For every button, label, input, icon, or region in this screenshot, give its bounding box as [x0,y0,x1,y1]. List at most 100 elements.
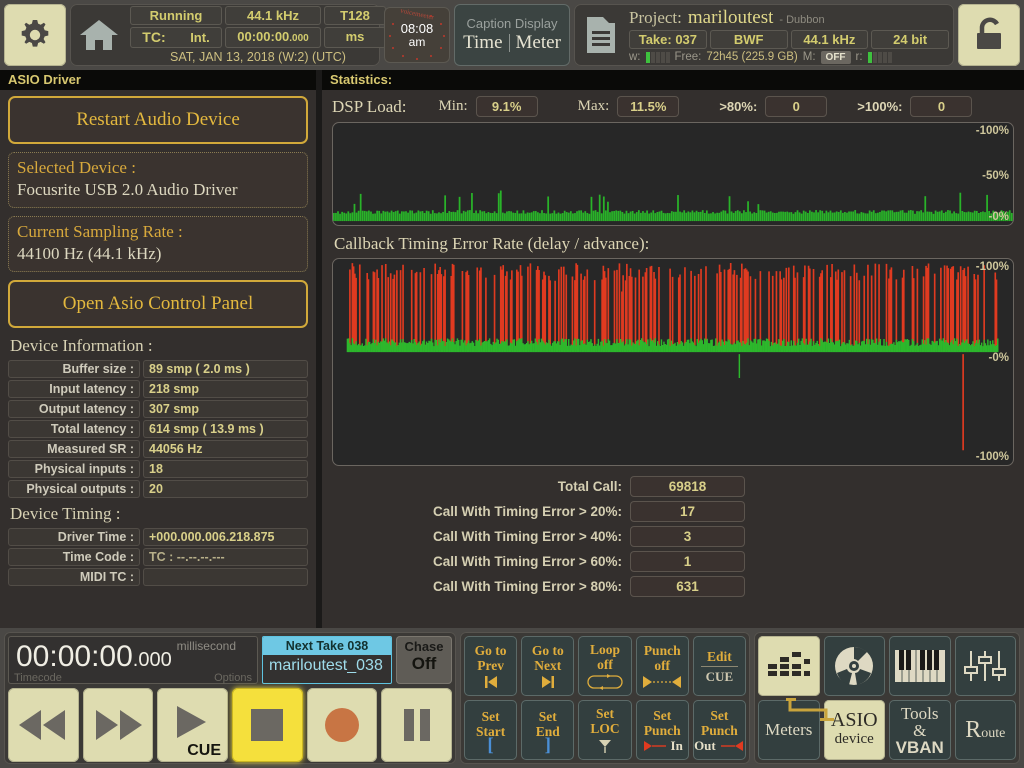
dsp-over100-value: 0 [910,96,973,117]
device-timing-title: Device Timing : [10,504,121,523]
device-info-row: Buffer size :89 smp ( 2.0 ms ) [8,360,308,378]
meters-icon-button[interactable] [758,636,820,696]
free-value: 72h45 (225.9 GB) [706,51,798,63]
tools-vban-button[interactable]: Tools & VBAN [889,700,951,760]
set-end-button[interactable]: Set End ] [521,700,575,760]
callback-axis-mid: -0% [988,352,1009,364]
vban-label: VBAN [895,737,944,757]
device-timing-row: Time Code : TC : --.--.--.--- [8,548,308,566]
dsp-load-graph: -100% -50% -0% [332,122,1014,226]
punch-button[interactable]: Punch off [635,636,689,696]
disc-icon-button[interactable] [823,636,885,696]
dsp-axis-mid: -50% [982,170,1009,182]
selected-device-box: Selected Device : Focusrite USB 2.0 Audi… [8,152,308,208]
device-info-row: Physical inputs :18 [8,460,308,478]
loop-icon [585,673,625,691]
project-folder-button[interactable] [579,15,623,55]
record-button[interactable] [306,688,378,762]
project-samplerate: 44.1 kHz [790,29,869,49]
project-author: - Dubbon [779,13,825,26]
monitor-label: M: [802,51,816,63]
chase-state: Off [411,654,437,673]
asio-driver-panel: ASIO Driver Restart Audio Device Selecte… [0,70,316,628]
set-loc-button[interactable]: Set LOC [578,700,632,760]
tc-label: TC: [142,29,166,45]
sampling-rate-label: Current Sampling Rate : [17,222,183,241]
rewind-icon [19,710,66,740]
timecode-display[interactable]: 00:00:00.000 millisecond Timecode Option… [8,636,258,684]
device-info-row: Output latency :307 smp [8,400,308,418]
rewind-button[interactable] [8,688,79,762]
loop-button[interactable]: Loop off [578,636,632,696]
totals-row: Call With Timing Error > 40%: 3 [332,526,1014,547]
transport-panel: 00:00:00.000 millisecond Timecode Option… [4,632,456,764]
clock-time: 08:08 [400,20,434,36]
totals-row: Total Call: 69818 [332,476,1014,497]
timecode-source-cell[interactable]: TC: Int. [130,27,222,48]
stop-button[interactable] [232,688,303,762]
project-take: Take: 037 [629,29,707,49]
dsp-min-value: 9.1% [475,96,538,117]
caption-option-meter[interactable]: Meter [516,32,561,54]
chase-button[interactable]: Chase Off [396,636,452,684]
play-button[interactable]: CUE [157,688,229,762]
faders-icon-button[interactable] [954,636,1016,696]
caption-display-title: Caption Display [466,16,558,31]
restart-audio-device-button[interactable]: Restart Audio Device [8,96,308,144]
dsp-min-label: Min: [438,98,468,114]
status-units: ms [324,27,386,48]
timecode-value: 00:00:00.000 [16,640,172,673]
go-to-prev-button[interactable]: Go to Prev [464,636,518,696]
monitor-state[interactable]: OFF [820,50,851,64]
status-timecode: 00:00:00.000 [225,27,321,48]
selected-device-value[interactable]: Focusrite USB 2.0 Audio Driver [17,179,299,201]
route-label-oute: oute [981,725,1006,741]
sliders-icon [964,651,1007,681]
timecode-options-label[interactable]: Options [214,672,252,684]
statistics-panel: Statistics: DSP Load: Min: 9.1% Max: 11.… [322,70,1024,628]
bracket-open-icon: [ [487,735,494,756]
pause-button[interactable] [381,688,453,762]
settings-button[interactable] [4,4,66,66]
caption-separator [508,34,510,52]
fast-forward-icon [96,710,142,740]
device-info-row: Physical outputs :20 [8,480,308,498]
device-info-row: Total latency :614 smp ( 13.9 ms ) [8,420,308,438]
fast-forward-button[interactable] [82,688,154,762]
punch-in-icon: In [642,739,683,752]
dsp-load-row: DSP Load: Min: 9.1% Max: 11.5% >80%: 0 >… [332,96,1014,117]
dsp-axis-bottom: -0% [988,211,1009,223]
clock-widget[interactable]: voicemeeter 08:08 am [384,7,450,63]
route-button[interactable]: Route [954,700,1016,760]
write-label: w: [629,51,641,63]
pause-icon [403,709,430,741]
project-info-group: Project: mariloutest - Dubbon Take: 037 … [574,4,954,66]
navigation-button-grid: Go toPrev Go toNext Loopoff Punchoff [460,632,750,764]
read-label: r: [855,51,863,63]
set-punch-out-button[interactable]: Set Punch Out [692,700,746,760]
keyboard-icon-button[interactable] [889,636,951,696]
home-button[interactable] [74,17,124,53]
stop-icon [251,709,284,741]
gear-icon [21,20,49,47]
record-icon [325,708,360,742]
meters-button[interactable]: Meters [758,700,820,760]
status-running: Running [130,6,222,25]
totals-row: Call With Timing Error > 60%: 1 [332,551,1014,572]
next-take-box[interactable]: Next Take 038 mariloutest_038 [262,636,392,684]
punch-icon [640,675,684,690]
set-punch-in-button[interactable]: Set Punch In [635,700,689,760]
unlock-icon [977,17,1001,49]
edit-cue-button[interactable]: Edit CUE [692,636,746,696]
callback-timing-plot [346,262,999,451]
caption-option-time[interactable]: Time [463,32,502,54]
dsp-over80-value: 0 [765,96,828,117]
open-asio-control-panel-button[interactable]: Open Asio Control Panel [8,280,308,328]
asio-button-sublabel: device [834,731,874,747]
asio-device-button[interactable]: ASIO device [823,700,885,760]
locator-icon [596,738,614,755]
next-take-filename[interactable]: mariloutest_038 [263,655,391,677]
lock-button[interactable] [958,4,1020,66]
set-start-button[interactable]: Set Start [ [464,700,518,760]
go-to-next-button[interactable]: Go to Next [521,636,575,696]
